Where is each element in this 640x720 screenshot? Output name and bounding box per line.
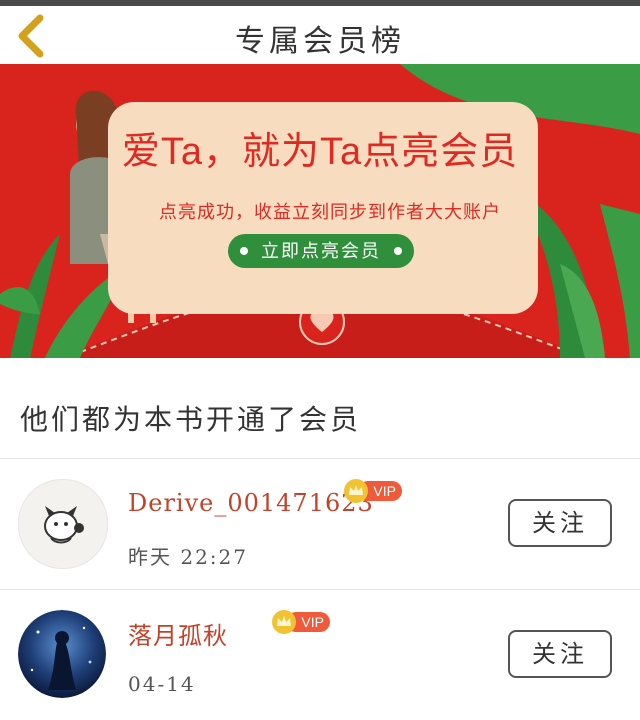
- dot-icon: [394, 247, 402, 255]
- dog-avatar-icon: [19, 480, 107, 568]
- member-name[interactable]: Derive_001471623: [128, 489, 374, 517]
- crown-icon: [272, 610, 296, 634]
- section-title: 他们都为本书开通了会员: [20, 403, 362, 436]
- follow-button[interactable]: 关注: [508, 499, 612, 547]
- vip-badge: VIP: [272, 610, 330, 634]
- banner-subtitle: 点亮成功，收益立刻同步到作者大大账户: [159, 202, 501, 222]
- member-join-time: 昨天 22:27: [128, 545, 248, 569]
- member-row: Derive_001471623 VIP 昨天 22:27 关注: [0, 459, 640, 589]
- banner-headline: 爱Ta，就为Ta点亮会员: [121, 131, 519, 173]
- vip-badge: VIP: [344, 479, 402, 503]
- top-navigation-bar: 专属会员榜: [0, 6, 640, 64]
- avatar[interactable]: [18, 479, 108, 569]
- member-row: 落月孤秋 VIP 04-14 关注: [0, 590, 640, 720]
- dot-icon: [240, 247, 248, 255]
- crown-icon: [344, 479, 368, 503]
- member-name[interactable]: 落月孤秋: [128, 616, 228, 651]
- page-title: 专属会员榜: [235, 24, 405, 59]
- member-join-time: 04-14: [128, 672, 196, 696]
- night-sky-avatar-icon: [18, 610, 106, 698]
- follow-button[interactable]: 关注: [508, 630, 612, 678]
- avatar[interactable]: [18, 610, 106, 698]
- cta-label: 立即点亮会员: [261, 241, 381, 261]
- light-up-membership-button[interactable]: 立即点亮会员: [228, 234, 414, 268]
- membership-promo-banner[interactable]: 爱Ta，就为Ta点亮会员 点亮成功，收益立刻同步到作者大大账户 立即点亮会员: [0, 64, 640, 358]
